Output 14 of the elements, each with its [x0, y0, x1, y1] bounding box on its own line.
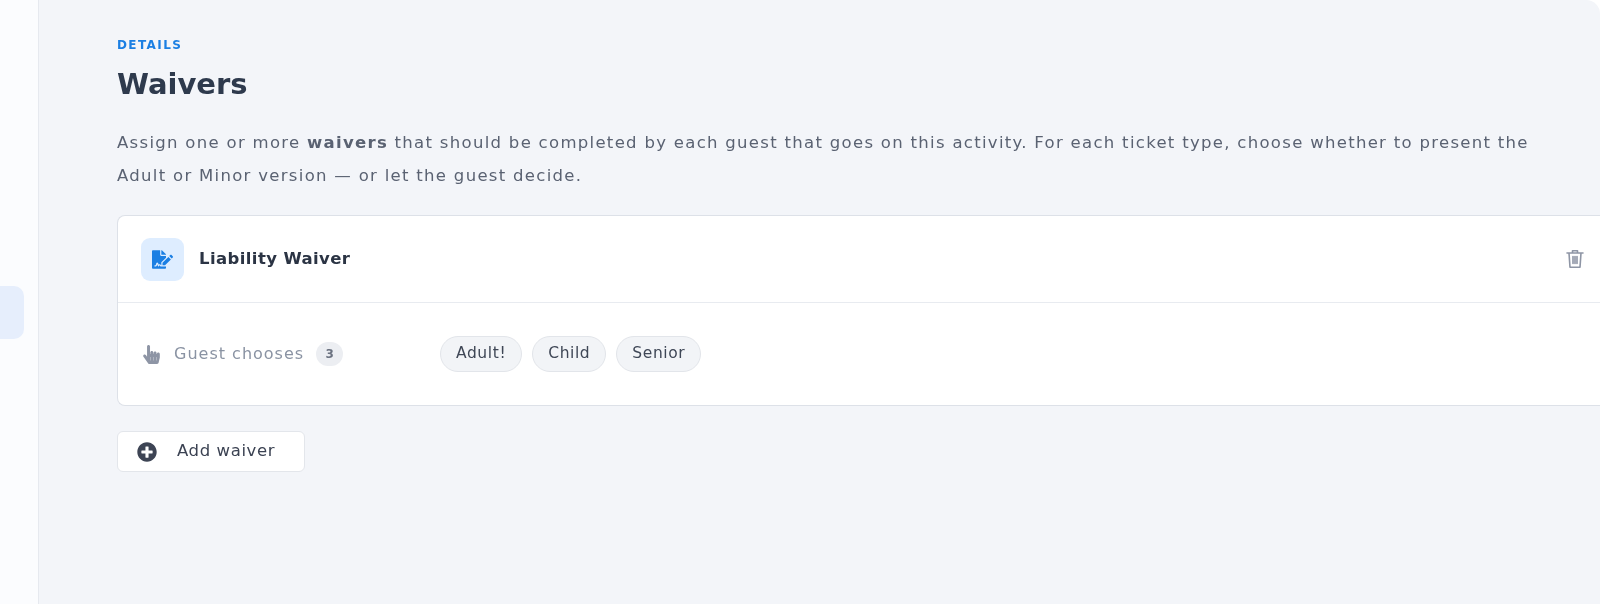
- count-badge: 3: [316, 342, 344, 366]
- ticket-type-chip: Senior: [616, 336, 702, 372]
- document-signature-icon: [141, 237, 184, 281]
- ticket-type-chip: Adult!: [440, 336, 523, 372]
- mode-label: Guest chooses: [174, 343, 305, 365]
- trash-icon[interactable]: [1566, 249, 1584, 269]
- description-text: Assign one or more waivers that should be completed by each guest that goes on this activity. For each ticket type, choose whether to present the Adult or Minor version — or let the guest decide.: [117, 132, 1529, 187]
- add-waiver-button[interactable]: Add waiver: [117, 431, 305, 472]
- page-title: Waivers: [117, 66, 248, 102]
- plus-icon: [137, 441, 157, 462]
- waiver-name: Liability Waiver: [199, 247, 351, 270]
- ticket-type-chip: Child: [532, 336, 607, 372]
- section-eyebrow: DETAILS: [117, 37, 183, 53]
- pointing-hand-icon: [143, 344, 160, 364]
